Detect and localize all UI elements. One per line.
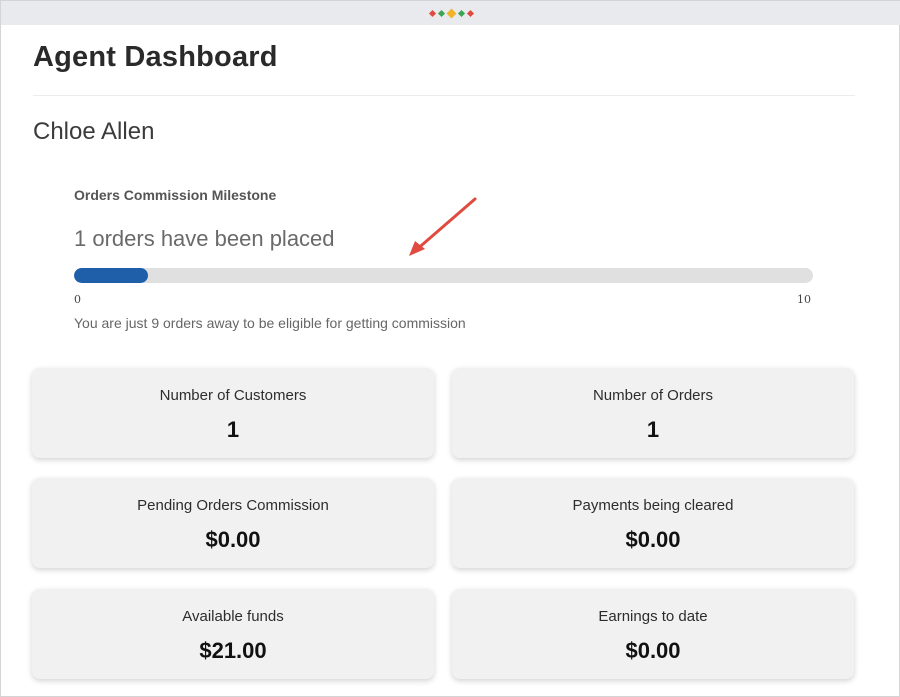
stat-card-pending-commission: Pending Orders Commission $0.00 xyxy=(32,478,434,568)
stat-card-available-funds: Available funds $21.00 xyxy=(32,589,434,679)
milestone-note: You are just 9 orders away to be eligibl… xyxy=(74,315,466,331)
stat-label: Pending Orders Commission xyxy=(137,497,329,514)
page-title: Agent Dashboard xyxy=(33,41,278,73)
top-dot-1 xyxy=(428,9,436,17)
top-dot-4 xyxy=(457,9,465,17)
agent-name: Chloe Allen xyxy=(33,118,155,145)
stat-label: Payments being cleared xyxy=(572,497,734,514)
milestone-status: 1 orders have been placed xyxy=(74,226,335,251)
progress-max-label: 10 xyxy=(797,293,811,306)
milestone-title: Orders Commission Milestone xyxy=(74,187,277,203)
stat-card-payments-clearing: Payments being cleared $0.00 xyxy=(452,478,854,568)
stat-value: $0.00 xyxy=(625,527,681,552)
stat-value: $21.00 xyxy=(199,638,267,663)
stat-value: 1 xyxy=(226,417,240,442)
annotation-arrow-icon xyxy=(409,197,477,256)
top-dot-5 xyxy=(466,9,474,17)
stat-card-earnings-to-date: Earnings to date $0.00 xyxy=(452,589,854,679)
top-dot-3 xyxy=(446,8,456,18)
title-divider xyxy=(33,95,855,96)
stat-value: 1 xyxy=(646,417,660,442)
stat-card-orders: Number of Orders 1 xyxy=(452,368,854,458)
top-dot-2 xyxy=(437,9,445,17)
stat-card-customers: Number of Customers 1 xyxy=(32,368,434,458)
milestone-progress-bar xyxy=(74,268,813,283)
stat-value: $0.00 xyxy=(625,638,681,663)
progress-min-label: 0 xyxy=(74,293,81,306)
milestone-progress-fill xyxy=(74,268,148,283)
stat-label: Earnings to date xyxy=(598,608,708,625)
stat-label: Available funds xyxy=(182,608,284,625)
dots-diamond-icon xyxy=(428,8,474,18)
stat-value: $0.00 xyxy=(205,527,261,552)
stat-label: Number of Customers xyxy=(159,387,307,404)
stat-label: Number of Orders xyxy=(592,387,714,404)
window-top-bar xyxy=(1,1,900,25)
